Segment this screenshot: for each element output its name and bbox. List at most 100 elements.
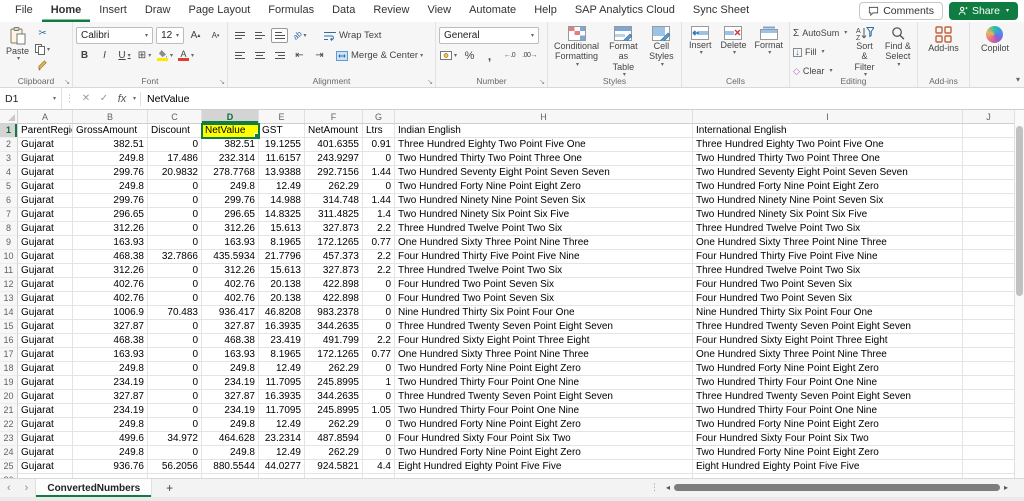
cell-F13[interactable]: 422.898 xyxy=(305,292,363,306)
cell-F3[interactable]: 243.9297 xyxy=(305,152,363,166)
cell-J13[interactable] xyxy=(963,292,1015,306)
cell-H15[interactable]: Three Hundred Twenty Seven Point Eight S… xyxy=(395,320,693,334)
collapse-ribbon-icon[interactable]: ▾ xyxy=(1016,75,1020,84)
cell-D9[interactable]: 163.93 xyxy=(202,236,259,250)
cell-J21[interactable] xyxy=(963,404,1015,418)
cell-J15[interactable] xyxy=(963,320,1015,334)
cell-G14[interactable]: 0 xyxy=(363,306,395,320)
cell-J8[interactable] xyxy=(963,222,1015,236)
cell-A7[interactable]: Gujarat xyxy=(18,208,73,222)
menu-tab-data[interactable]: Data xyxy=(323,0,364,22)
addins-button[interactable]: Add-ins xyxy=(925,25,962,74)
cell-C13[interactable]: 0 xyxy=(148,292,202,306)
row-header-17[interactable]: 17 xyxy=(0,348,18,362)
cell-D12[interactable]: 402.76 xyxy=(202,278,259,292)
cell-G3[interactable]: 0 xyxy=(363,152,395,166)
cell-H10[interactable]: Four Hundred Thirty Five Point Five Nine xyxy=(395,250,693,264)
menu-tab-file[interactable]: File xyxy=(6,0,42,22)
cell-G21[interactable]: 1.05 xyxy=(363,404,395,418)
column-header-E[interactable]: E xyxy=(259,110,305,123)
cell-C1[interactable]: Discount xyxy=(148,124,202,138)
cell-B1[interactable]: GrossAmount xyxy=(73,124,148,138)
cell-E10[interactable]: 21.7796 xyxy=(259,250,305,264)
cell-E11[interactable]: 15.613 xyxy=(259,264,305,278)
cell-G8[interactable]: 2.2 xyxy=(363,222,395,236)
row-header-1[interactable]: 1 xyxy=(0,124,18,138)
cell-A8[interactable]: Gujarat xyxy=(18,222,73,236)
decrease-font-size-button[interactable]: A ▾ xyxy=(207,28,224,43)
cell-J16[interactable] xyxy=(963,334,1015,348)
cell-B13[interactable]: 402.76 xyxy=(73,292,148,306)
cell-I11[interactable]: Three Hundred Twelve Point Two Six xyxy=(693,264,963,278)
cell-H6[interactable]: Two Hundred Ninety Nine Point Seven Six xyxy=(395,194,693,208)
cell-G16[interactable]: 2.2 xyxy=(363,334,395,348)
font-name-select[interactable]: Calibri ▾ xyxy=(76,27,154,44)
cell-D20[interactable]: 327.87 xyxy=(202,390,259,404)
cell-I4[interactable]: Two Hundred Seventy Eight Point Seven Se… xyxy=(693,166,963,180)
cell-A3[interactable]: Gujarat xyxy=(18,152,73,166)
insert-function-button[interactable]: fx xyxy=(113,93,131,105)
format-as-table-button[interactable]: Format as Table ▾ xyxy=(604,25,643,79)
cell-D6[interactable]: 299.76 xyxy=(202,194,259,208)
cell-C14[interactable]: 70.483 xyxy=(148,306,202,320)
cell-C21[interactable]: 0 xyxy=(148,404,202,418)
cell-D16[interactable]: 468.38 xyxy=(202,334,259,348)
cell-J20[interactable] xyxy=(963,390,1015,404)
cell-B23[interactable]: 499.6 xyxy=(73,432,148,446)
italic-button[interactable]: I xyxy=(96,48,113,63)
cell-F21[interactable]: 245.8995 xyxy=(305,404,363,418)
cell-J18[interactable] xyxy=(963,362,1015,376)
align-bottom-button[interactable] xyxy=(271,28,288,43)
cell-I1[interactable]: International English xyxy=(693,124,963,138)
cell-F23[interactable]: 487.8594 xyxy=(305,432,363,446)
cell-E20[interactable]: 16.3935 xyxy=(259,390,305,404)
font-size-select[interactable]: 12 ▾ xyxy=(156,27,184,44)
row-header-3[interactable]: 3 xyxy=(0,152,18,166)
cell-A14[interactable]: Gujarat xyxy=(18,306,73,320)
cell-E21[interactable]: 11.7095 xyxy=(259,404,305,418)
row-header-9[interactable]: 9 xyxy=(0,236,18,250)
column-header-F[interactable]: F xyxy=(305,110,363,123)
row-header-22[interactable]: 22 xyxy=(0,418,18,432)
new-sheet-button[interactable]: + xyxy=(152,481,187,495)
cell-A1[interactable]: ParentRegion xyxy=(18,124,73,138)
cell-F15[interactable]: 344.2635 xyxy=(305,320,363,334)
cell-B2[interactable]: 382.51 xyxy=(73,138,148,152)
cell-C10[interactable]: 32.7866 xyxy=(148,250,202,264)
cell-B6[interactable]: 299.76 xyxy=(73,194,148,208)
cell-I5[interactable]: Two Hundred Forty Nine Point Eight Zero xyxy=(693,180,963,194)
cell-F14[interactable]: 983.2378 xyxy=(305,306,363,320)
cell-F19[interactable]: 245.8995 xyxy=(305,376,363,390)
cell-I10[interactable]: Four Hundred Thirty Five Point Five Nine xyxy=(693,250,963,264)
cell-E4[interactable]: 13.9388 xyxy=(259,166,305,180)
cell-B4[interactable]: 299.76 xyxy=(73,166,148,180)
cell-B7[interactable]: 296.65 xyxy=(73,208,148,222)
cell-E1[interactable]: GST xyxy=(259,124,305,138)
cell-C16[interactable]: 0 xyxy=(148,334,202,348)
cell-D5[interactable]: 249.8 xyxy=(202,180,259,194)
cell-C5[interactable]: 0 xyxy=(148,180,202,194)
column-header-J[interactable]: J xyxy=(963,110,1015,123)
cell-I17[interactable]: One Hundred Sixty Three Point Nine Three xyxy=(693,348,963,362)
row-header-5[interactable]: 5 xyxy=(0,180,18,194)
vertical-scrollbar[interactable] xyxy=(1014,110,1024,478)
increase-indent-button[interactable]: ⇥ xyxy=(311,48,328,63)
align-center-button[interactable] xyxy=(251,48,268,63)
row-header-19[interactable]: 19 xyxy=(0,376,18,390)
cell-G22[interactable]: 0 xyxy=(363,418,395,432)
menu-tab-help[interactable]: Help xyxy=(525,0,566,22)
cell-C18[interactable]: 0 xyxy=(148,362,202,376)
borders-button[interactable]: ⊞ ▾ xyxy=(136,48,153,63)
cell-G17[interactable]: 0.77 xyxy=(363,348,395,362)
cell-C17[interactable]: 0 xyxy=(148,348,202,362)
cell-H16[interactable]: Four Hundred Sixty Eight Point Three Eig… xyxy=(395,334,693,348)
cell-F6[interactable]: 314.748 xyxy=(305,194,363,208)
increase-decimal-button[interactable]: ←.0 xyxy=(501,48,518,63)
cell-I8[interactable]: Three Hundred Twelve Point Two Six xyxy=(693,222,963,236)
cell-D3[interactable]: 232.314 xyxy=(202,152,259,166)
cell-B12[interactable]: 402.76 xyxy=(73,278,148,292)
menu-tab-insert[interactable]: Insert xyxy=(90,0,136,22)
cell-B24[interactable]: 249.8 xyxy=(73,446,148,460)
cell-C3[interactable]: 17.486 xyxy=(148,152,202,166)
cell-I9[interactable]: One Hundred Sixty Three Point Nine Three xyxy=(693,236,963,250)
